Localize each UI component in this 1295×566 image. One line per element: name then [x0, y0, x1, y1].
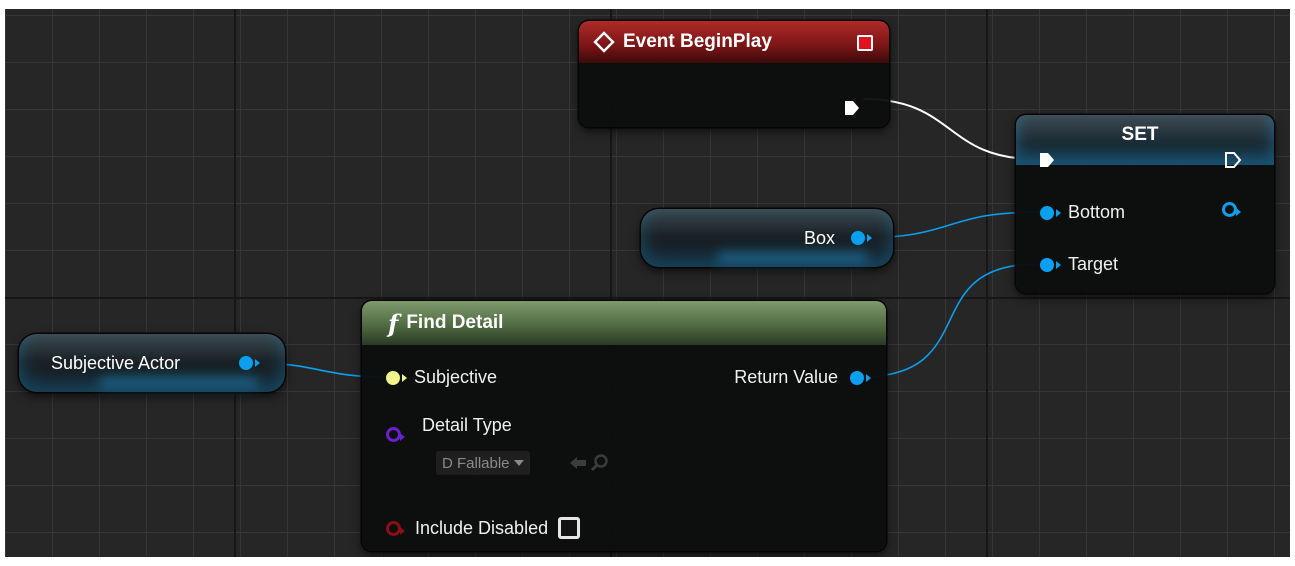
- return-value-label: Return Value: [734, 367, 838, 387]
- find-detail-header[interactable]: f Find Detail: [362, 301, 886, 345]
- set-target-pin[interactable]: Target: [1040, 254, 1118, 275]
- chevron-down-icon: [513, 460, 524, 466]
- set-bottom-label: Bottom: [1068, 202, 1126, 222]
- detail-type-pin-dot[interactable]: [386, 427, 405, 442]
- set-output-pin-dot[interactable]: [1222, 202, 1241, 217]
- include-disabled-checkbox[interactable]: [558, 517, 581, 539]
- subjective-input-pin[interactable]: Subjective: [386, 367, 497, 388]
- function-icon: f: [388, 308, 399, 338]
- stop-square-icon[interactable]: [857, 35, 873, 51]
- return-value-output-pin[interactable]: Return Value: [734, 367, 871, 388]
- subjective-actor-variable-node[interactable]: Subjective Actor: [19, 334, 285, 392]
- set-bottom-pin-dot[interactable]: [1040, 205, 1061, 220]
- set-bottom-pin[interactable]: Bottom: [1040, 202, 1125, 223]
- event-begin-play-title: Event BeginPlay: [623, 31, 772, 52]
- include-disabled-label: Include Disabled: [415, 517, 549, 538]
- include-disabled-pin-dot[interactable]: [386, 520, 405, 536]
- event-begin-play-header[interactable]: Event BeginPlay: [579, 21, 889, 63]
- detail-type-input-pin[interactable]: [386, 427, 405, 442]
- subjective-actor-label: Subjective Actor: [51, 352, 181, 373]
- event-begin-play-node[interactable]: Event BeginPlay: [579, 21, 889, 127]
- set-output-pin[interactable]: [1222, 202, 1241, 217]
- detail-type-label-wrap: Detail Type: [422, 415, 512, 436]
- set-title: SET: [1121, 124, 1159, 145]
- return-value-pin-dot[interactable]: [850, 370, 871, 385]
- set-node[interactable]: SET Bottom Target: [1016, 115, 1274, 293]
- subjective-actor-output-pin[interactable]: [239, 356, 260, 370]
- use-selected-arrow-icon[interactable]: [568, 455, 588, 471]
- set-target-label: Target: [1068, 254, 1119, 274]
- detail-type-value: D Fallable: [442, 454, 510, 472]
- detail-type-label: Detail Type: [422, 415, 512, 435]
- subjective-pin-dot[interactable]: [386, 370, 407, 385]
- box-output-pin[interactable]: [851, 231, 872, 245]
- set-exec-out-pin[interactable]: [1224, 151, 1242, 169]
- box-variable-label: Box: [803, 227, 835, 248]
- find-detail-title: Find Detail: [406, 312, 504, 333]
- return-to-target-wire: [859, 263, 1039, 378]
- browse-magnifier-icon[interactable]: [590, 453, 610, 473]
- set-target-pin-dot[interactable]: [1040, 257, 1061, 272]
- event-exec-out-pin[interactable]: [843, 99, 861, 117]
- detail-type-dropdown[interactable]: D Fallable: [436, 451, 530, 475]
- event-diamond-icon: [593, 31, 615, 53]
- box-variable-node[interactable]: Box: [641, 209, 893, 267]
- find-detail-node[interactable]: f Find Detail Subjective Return Value De…: [362, 301, 886, 551]
- blueprint-graph[interactable]: Event BeginPlay SET Bottom Target Box Su…: [5, 9, 1290, 557]
- set-exec-in-pin[interactable]: [1038, 151, 1056, 169]
- include-disabled-input-pin[interactable]: Include Disabled: [386, 517, 581, 539]
- subjective-label: Subjective: [414, 367, 498, 387]
